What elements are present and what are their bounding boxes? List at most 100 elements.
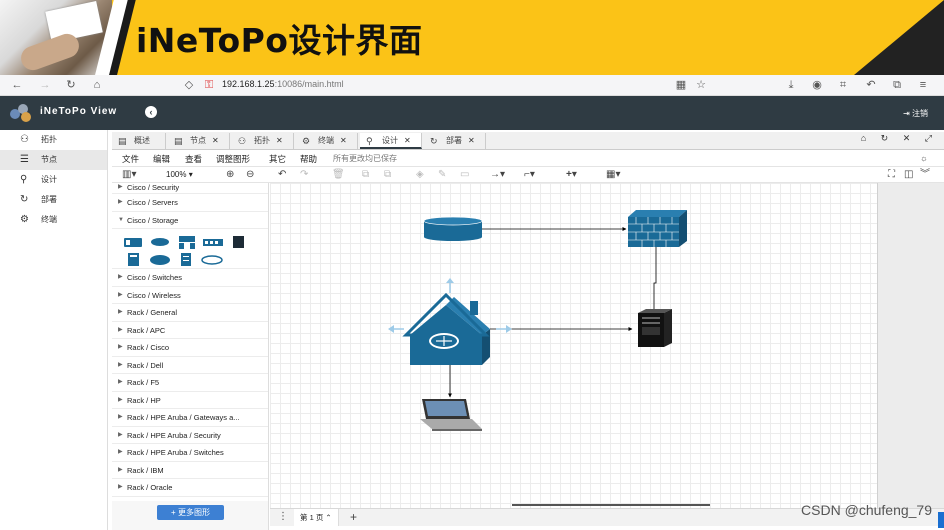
zoom-select[interactable]: 100% ▾	[166, 170, 193, 179]
laptop-device[interactable]	[420, 399, 482, 431]
sidebar-item-nodes[interactable]: ☰ 节点	[0, 150, 107, 170]
add-page-icon[interactable]: +	[350, 510, 357, 524]
tab-design[interactable]: ⚲ 设计 ✕	[360, 133, 422, 149]
canvas-page[interactable]	[270, 183, 878, 508]
library-category[interactable]: ▶ Cisco / Switches	[112, 269, 268, 287]
storage-shape-icons[interactable]	[112, 229, 269, 269]
table-insert-icon[interactable]: ▦▾	[606, 169, 620, 181]
redo-icon[interactable]: ↷	[300, 169, 308, 181]
tab-topology[interactable]: ⚇ 拓扑 ✕	[232, 133, 294, 149]
close-all-icon[interactable]: ✕	[903, 133, 911, 143]
canvas-area[interactable]	[270, 183, 944, 508]
refresh-icon[interactable]: ↻	[881, 133, 889, 143]
firewall-device[interactable]	[628, 210, 687, 247]
qr-icon[interactable]: ▦	[674, 78, 688, 92]
sidebar-item-label: 设计	[41, 175, 57, 184]
line-color-icon[interactable]: ✎	[438, 169, 446, 181]
collapse-toolbar-icon[interactable]: ︾	[920, 169, 930, 181]
library-category[interactable]: ▶ Rack / HPE Aruba / Gateways a...	[112, 409, 268, 427]
library-category[interactable]: ▶ Rack / Oracle	[112, 479, 268, 497]
extensions-icon[interactable]: ⧉	[890, 78, 904, 92]
logout-button[interactable]: ⇥ 注销	[903, 108, 928, 119]
bookmark-star-icon[interactable]: ☆	[694, 78, 708, 92]
insecure-lock-icon[interactable]: ⚿	[202, 78, 216, 92]
tab-terminal[interactable]: ⚙ 终端 ✕	[296, 133, 358, 149]
menu-view[interactable]: 查看	[185, 153, 202, 165]
zoom-out-icon[interactable]: ⊖	[246, 169, 254, 181]
address-bar[interactable]: 192.168.1.25:10086/main.html	[222, 79, 344, 89]
network-diagram[interactable]	[270, 183, 878, 508]
storage-device[interactable]	[423, 216, 483, 241]
undo-icon[interactable]: ↶	[278, 169, 286, 181]
expand-arrow-icon: ▶	[118, 326, 123, 333]
to-back-icon[interactable]: ⧉	[384, 169, 391, 181]
page-tab[interactable]: 第 1 页 ⌃	[294, 509, 339, 526]
close-icon[interactable]: ✕	[276, 136, 283, 145]
format-panel-icon[interactable]: ◫	[904, 169, 913, 181]
library-category[interactable]: ▶ Rack / APC	[112, 322, 268, 339]
reload-icon[interactable]: ↻	[64, 78, 78, 92]
menu-help[interactable]: 帮助	[300, 153, 317, 165]
to-front-icon[interactable]: ⧉	[362, 169, 369, 181]
undo-arrow-icon[interactable]: ↶	[864, 78, 878, 92]
collapse-sidebar-icon[interactable]: ‹	[145, 106, 157, 118]
close-icon[interactable]: ✕	[340, 136, 347, 145]
library-category[interactable]: ▶ Rack / Cisco	[112, 339, 268, 357]
menu-file[interactable]: 文件	[122, 153, 139, 165]
back-icon[interactable]: ←	[10, 78, 24, 92]
edge-firewall-to-server[interactable]	[652, 247, 657, 314]
library-category-label: Rack / APC	[127, 325, 166, 335]
close-icon[interactable]: ✕	[404, 136, 411, 145]
waypoints-icon[interactable]: ⌐▾	[524, 169, 535, 181]
home-icon[interactable]: ⌂	[861, 133, 866, 143]
server-device[interactable]	[638, 309, 672, 347]
tab-overview[interactable]: ▤ 概述	[112, 133, 166, 149]
menu-extras[interactable]: 其它	[269, 153, 286, 165]
sidebar-item-deploy[interactable]: ↻ 部署	[0, 190, 107, 210]
account-icon[interactable]: ◉	[810, 78, 824, 92]
panel-layout-icon[interactable]: ▥▾	[122, 169, 136, 181]
library-category[interactable]: ▶ Cisco / Security	[112, 183, 268, 194]
library-category[interactable]: ▶ Cisco / Wireless	[112, 287, 268, 304]
library-category-open[interactable]: ▼ Cisco / Storage	[112, 212, 268, 229]
sidebar-item-terminal[interactable]: ⚙ 终端	[0, 210, 107, 230]
library-category[interactable]: ▶ Rack / Dell	[112, 357, 268, 374]
insert-icon[interactable]: +▾	[566, 169, 577, 181]
menu-edit[interactable]: 编辑	[153, 153, 170, 165]
crop-icon[interactable]: ⌗	[836, 78, 850, 92]
pages-menu-icon[interactable]: ⋮	[278, 511, 288, 522]
sidebar-item-topology[interactable]: ⚇ 拓扑	[0, 130, 107, 150]
fill-color-icon[interactable]: ◈	[416, 169, 424, 181]
library-category[interactable]: ▶ Rack / General	[112, 304, 268, 322]
library-category[interactable]: ▶ Rack / IBM	[112, 462, 268, 479]
close-icon[interactable]: ✕	[468, 136, 475, 145]
tab-label: 拓扑	[254, 136, 270, 145]
horizontal-scrollbar[interactable]	[512, 504, 710, 506]
download-icon[interactable]: ⤓	[784, 78, 798, 92]
shield-icon[interactable]: ◇	[182, 78, 196, 92]
library-category[interactable]: ▶ Rack / F5	[112, 374, 268, 392]
fullscreen-icon[interactable]: ⤢	[925, 133, 932, 143]
close-icon[interactable]: ✕	[212, 136, 219, 145]
menu-arrange[interactable]: 调整图形	[216, 153, 250, 165]
tab-nodes[interactable]: ▤ 节点 ✕	[168, 133, 230, 149]
library-category[interactable]: ▶ Rack / HP	[112, 392, 268, 409]
sidebar-item-design[interactable]: ⚲ 设计	[0, 170, 107, 190]
library-category[interactable]: ▶ Rack / HPE Aruba / Security	[112, 427, 268, 444]
delete-icon[interactable]: 🗑	[332, 169, 345, 181]
library-category[interactable]: ▶ Cisco / Servers	[112, 194, 268, 212]
deploy-icon: ↻	[20, 194, 29, 205]
connection-icon[interactable]: →▾	[490, 169, 505, 181]
fullscreen-icon[interactable]: ⛶	[888, 169, 895, 181]
router-house-device[interactable]	[388, 278, 512, 365]
theme-sun-icon[interactable]: ☼	[920, 153, 928, 163]
home-icon[interactable]: ⌂	[90, 78, 104, 92]
browser-menu-icon[interactable]: ≡	[916, 78, 930, 92]
forward-icon[interactable]: →	[38, 78, 52, 92]
tab-deploy[interactable]: ↻ 部署 ✕	[424, 133, 486, 149]
gear-icon: ⚙	[302, 136, 311, 146]
shadow-icon[interactable]: ▭	[460, 169, 469, 181]
zoom-in-icon[interactable]: ⊕	[226, 169, 234, 181]
more-shapes-button[interactable]: + 更多图形	[157, 505, 224, 520]
library-category[interactable]: ▶ Rack / HPE Aruba / Switches	[112, 444, 268, 462]
